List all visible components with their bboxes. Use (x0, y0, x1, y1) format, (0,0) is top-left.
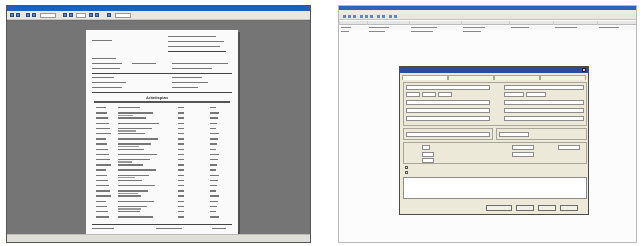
dialog-button-3[interactable] (538, 205, 556, 211)
paste-icon[interactable] (370, 15, 373, 18)
field-4[interactable] (422, 92, 436, 97)
close-icon[interactable] (582, 68, 586, 72)
editor-window (338, 5, 637, 243)
zoom-select[interactable] (40, 13, 56, 18)
print-icon[interactable] (10, 13, 14, 17)
field-7[interactable] (526, 92, 546, 97)
last-page-icon[interactable] (95, 13, 99, 17)
preview-status-bar (7, 234, 310, 242)
dialog-tabs (402, 75, 587, 80)
grid-column-1[interactable] (339, 21, 367, 25)
field-16[interactable] (422, 145, 430, 150)
section-heading: Arbeitsplan (146, 95, 169, 100)
table-row[interactable] (339, 30, 636, 34)
tab-2[interactable] (448, 75, 494, 80)
field-15[interactable] (499, 132, 529, 137)
next-page-icon[interactable] (89, 13, 93, 17)
table-header (94, 101, 230, 103)
grid-column-2[interactable] (367, 21, 409, 25)
checkbox-1[interactable] (405, 166, 408, 169)
tab-1[interactable] (402, 75, 448, 80)
delete-icon[interactable] (382, 15, 385, 18)
cut-icon[interactable] (360, 15, 363, 18)
field-21[interactable] (512, 152, 534, 157)
zoom-out-icon[interactable] (32, 13, 36, 17)
field-17[interactable] (422, 152, 434, 157)
field-11[interactable] (504, 108, 584, 113)
close-icon[interactable] (107, 13, 111, 17)
field-12[interactable] (406, 116, 490, 121)
find-icon[interactable] (389, 15, 392, 18)
new-icon[interactable] (343, 15, 346, 18)
dialog-title-bar (400, 67, 588, 73)
field-20[interactable] (558, 145, 580, 150)
grid-column-5[interactable] (509, 21, 553, 25)
grid-column-7[interactable] (597, 21, 636, 25)
field-9[interactable] (504, 100, 584, 105)
dialog-button-4[interactable] (560, 205, 578, 211)
zoom-in-icon[interactable] (26, 13, 30, 17)
notes-textarea[interactable] (403, 177, 587, 199)
field-6[interactable] (504, 92, 524, 97)
checkbox-2[interactable] (405, 171, 408, 174)
print-icon[interactable] (394, 15, 397, 18)
middle-group-left (403, 128, 493, 140)
general-group (403, 82, 587, 126)
field-3[interactable] (406, 92, 420, 97)
save-icon[interactable] (16, 13, 20, 17)
page-number-field[interactable] (76, 13, 86, 18)
work-step-dialog (399, 66, 589, 215)
save-icon[interactable] (353, 15, 356, 18)
field-8[interactable] (406, 100, 490, 105)
field-5[interactable] (438, 92, 452, 97)
field-14[interactable] (406, 132, 490, 137)
dialog-button-2[interactable] (516, 205, 534, 211)
field-1[interactable] (406, 85, 490, 90)
preview-canvas[interactable]: Arbeitsplan (7, 21, 310, 235)
tab-4[interactable] (540, 75, 586, 80)
grid-column-6[interactable] (553, 21, 597, 25)
field-18[interactable] (422, 158, 434, 163)
editor-toolbar (339, 14, 636, 20)
field-13[interactable] (504, 116, 584, 121)
open-icon[interactable] (348, 15, 351, 18)
grid-column-3[interactable] (409, 21, 461, 25)
field-19[interactable] (512, 145, 534, 150)
time-group (403, 142, 587, 164)
preview-toolbar (7, 11, 310, 20)
company-logo (92, 40, 112, 42)
print-preview-window: Arbeitsplan (6, 5, 311, 243)
tab-3[interactable] (494, 75, 540, 80)
field-2[interactable] (504, 85, 584, 90)
field-10[interactable] (406, 108, 490, 113)
grid-column-4[interactable] (461, 21, 509, 25)
document-page: Arbeitsplan (86, 30, 238, 234)
middle-group-right (496, 128, 587, 140)
grid-header (339, 21, 636, 25)
format-select[interactable] (115, 13, 131, 18)
table-row (86, 215, 238, 220)
first-page-icon[interactable] (63, 13, 67, 17)
dialog-button-1[interactable] (486, 205, 512, 211)
copy-icon[interactable] (365, 15, 368, 18)
undo-icon[interactable] (377, 15, 380, 18)
page-footer (92, 228, 114, 230)
prev-page-icon[interactable] (69, 13, 73, 17)
